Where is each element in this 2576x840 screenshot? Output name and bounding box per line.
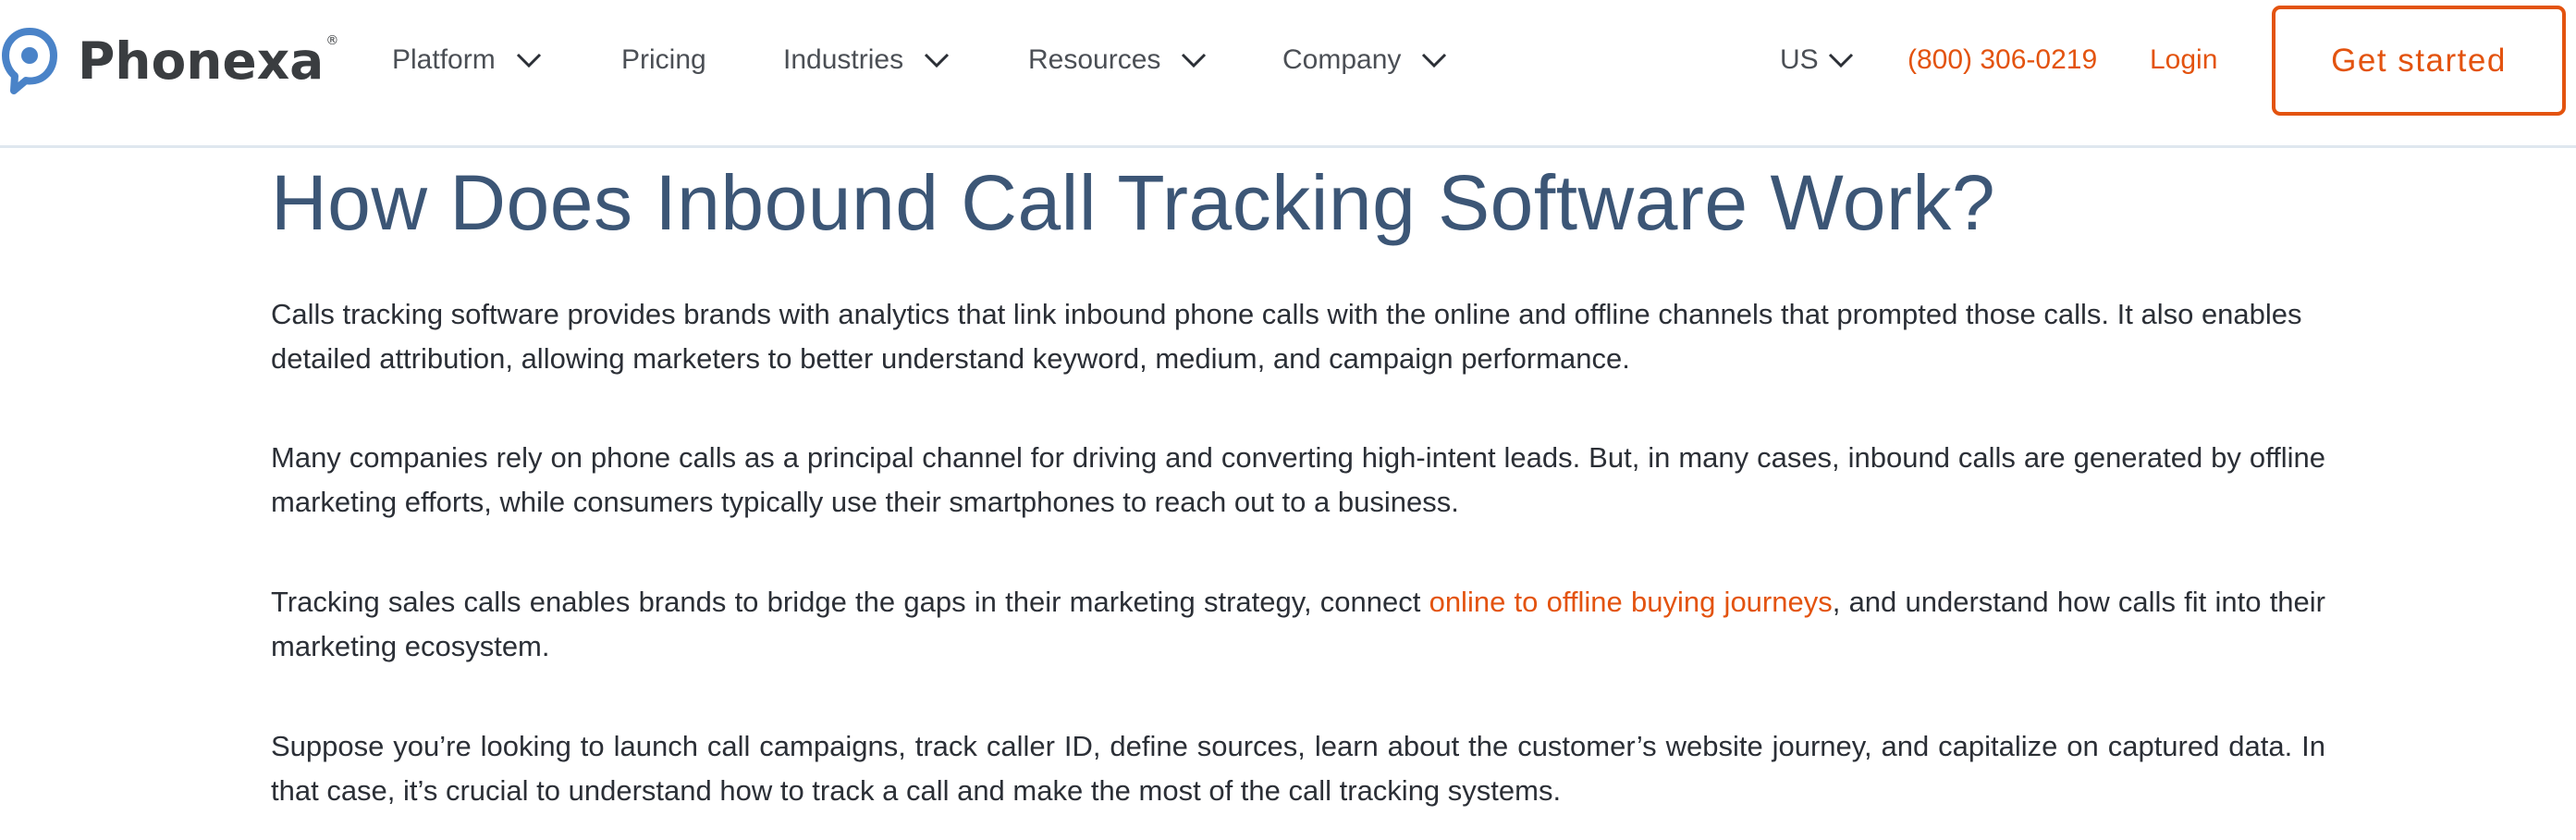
registered-mark: ® [325,33,339,48]
chevron-down-icon [1421,52,1447,68]
nav-pricing-label: Pricing [621,44,706,75]
phone-link[interactable]: (800) 306-0219 [1907,41,2097,80]
nav-resources[interactable]: Resources [1028,41,1207,80]
nav-industries[interactable]: Industries [783,41,950,80]
nav-resources-label: Resources [1028,44,1161,75]
chevron-down-icon [1181,52,1207,68]
nav-platform[interactable]: Platform [392,41,542,80]
login-label: Login [2150,44,2218,75]
nav-industries-label: Industries [783,44,904,75]
get-started-button[interactable]: Get started [2272,6,2566,116]
article-paragraph: Many companies rely on phone calls as a … [271,441,2325,518]
chevron-down-icon [924,52,950,68]
page-title: How Does Inbound Call Tracking Software … [271,159,1996,246]
phone-number: (800) 306-0219 [1907,44,2098,75]
locale-selector[interactable]: US [1780,41,1854,80]
article-paragraph: Suppose you’re looking to launch call ca… [271,730,2325,807]
nav-company-label: Company [1282,44,1402,75]
nav-company[interactable]: Company [1282,41,1447,80]
login-link[interactable]: Login [2150,41,2217,80]
speech-bubble-pin-icon [2,28,57,94]
paragraph-text: Tracking sales calls enables brands to b… [271,586,1429,618]
article-paragraph: Calls tracking software provides brands … [271,298,2302,375]
chevron-down-icon [1828,52,1854,68]
chevron-down-icon [516,52,542,68]
online-to-offline-link[interactable]: online to offline buying journeys [1429,586,1833,618]
nav-pricing[interactable]: Pricing [621,41,706,80]
article-paragraph: Tracking sales calls enables brands to b… [271,580,2325,669]
brand-name: Phonexa [78,31,325,91]
logo[interactable]: Phonexa ® [2,28,338,94]
site-header: Phonexa ® Platform Pricing Industries Re… [0,0,2576,148]
locale-label: US [1780,44,1819,75]
nav-platform-label: Platform [392,44,496,75]
